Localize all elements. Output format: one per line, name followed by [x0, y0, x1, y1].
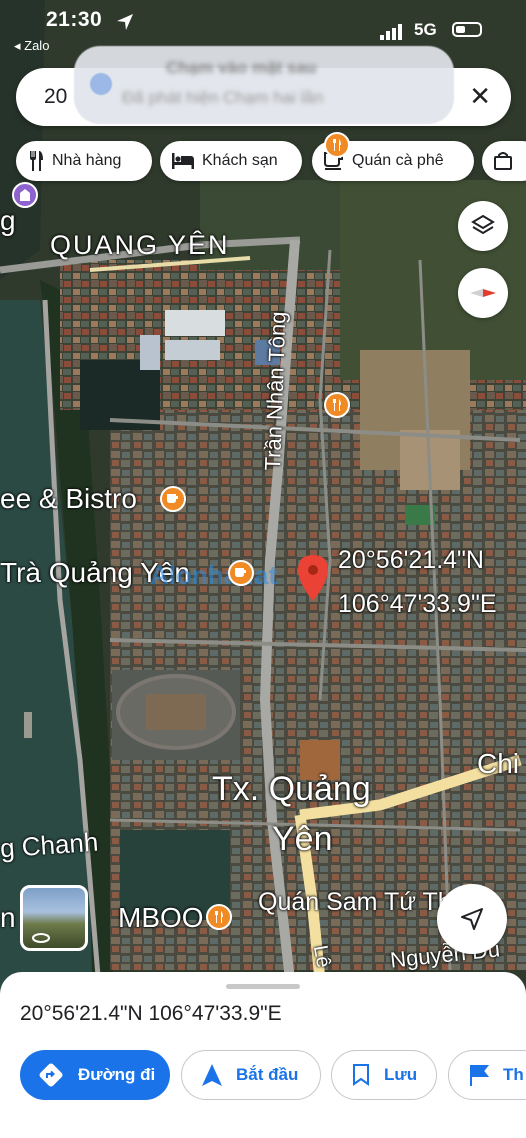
directions-icon — [39, 1063, 63, 1087]
my-location-button[interactable] — [437, 884, 507, 954]
label-button[interactable]: Th — [448, 1050, 526, 1100]
landmark-marker[interactable] — [12, 182, 38, 208]
coffee-icon — [235, 568, 246, 577]
chip-hotels[interactable]: Khách sạn — [160, 141, 302, 181]
street-view-icon — [32, 933, 50, 943]
map-poi-label: MBOO — [118, 902, 204, 933]
notification-title: Chạm vào mặt sau — [166, 58, 317, 77]
restaurant-marker[interactable] — [324, 132, 350, 158]
chip-label: Quán cà phê — [352, 152, 444, 169]
map-poi-label: ee & Bistro — [0, 483, 137, 514]
restaurant-marker[interactable] — [324, 392, 350, 418]
compass-icon — [470, 289, 496, 297]
save-button[interactable]: Lưu — [331, 1050, 437, 1100]
notification-app-icon — [90, 73, 112, 95]
signal-icon — [380, 24, 402, 40]
button-label: Bắt đầu — [236, 1065, 299, 1084]
navigation-icon — [202, 1064, 222, 1086]
chip-shopping[interactable] — [482, 141, 526, 181]
button-label: Đường đi — [78, 1065, 156, 1084]
map-label-fragment: g — [0, 205, 16, 236]
navigation-arrow-icon — [461, 908, 483, 930]
layers-icon — [471, 214, 495, 235]
street-view-thumbnail[interactable] — [20, 885, 88, 951]
flag-icon — [470, 1065, 489, 1086]
directions-button[interactable]: Đường đi — [20, 1050, 170, 1100]
start-button[interactable]: Bắt đầu — [181, 1050, 321, 1100]
close-icon[interactable]: ✕ — [469, 83, 491, 109]
button-label: Lưu — [384, 1065, 418, 1084]
back-to-app-link[interactable]: ◂ Zalo — [14, 38, 49, 54]
button-label: Th — [503, 1065, 524, 1084]
coffee-icon — [167, 494, 178, 503]
restaurant-marker[interactable] — [206, 904, 232, 930]
pin-longitude-label: 106°47'33.9"E — [338, 590, 497, 618]
layers-button[interactable] — [458, 201, 508, 251]
location-arrow-icon — [117, 14, 133, 30]
map-street-label: Chi — [477, 748, 520, 779]
bookmark-icon — [353, 1064, 369, 1086]
network-type: 5G — [414, 20, 437, 39]
restaurant-icon — [333, 139, 341, 151]
chip-label: Khách sạn — [202, 152, 278, 169]
sheet-drag-handle[interactable] — [226, 984, 300, 989]
restaurant-icon — [30, 151, 43, 171]
place-bottom-sheet[interactable]: 20°56'21.4"N 106°47'33.9"E Đường đi Bắt … — [0, 972, 526, 1138]
battery-icon — [452, 22, 482, 37]
map-street-label: Trần Nhân Tông — [260, 311, 291, 471]
map-label-fragment: n — [0, 902, 16, 933]
pin-latitude-label: 20°56'21.4"N — [338, 546, 484, 574]
chip-restaurants[interactable]: Nhà hàng — [16, 141, 152, 181]
compass-button[interactable] — [458, 268, 508, 318]
cafe-marker[interactable] — [228, 560, 254, 586]
notification-body: Đã phát hiện Chạm hai lần — [122, 88, 324, 107]
watermark: Alonhadat — [150, 560, 278, 590]
restaurant-icon — [215, 911, 223, 923]
map-town-label: Tx. Quảng — [212, 770, 371, 808]
notification-banner[interactable]: Chạm vào mặt sau Đã phát hiện Chạm hai l… — [74, 46, 454, 124]
shopping-bag-icon — [494, 152, 512, 170]
search-input[interactable]: 20 — [44, 85, 67, 109]
cafe-marker[interactable] — [160, 486, 186, 512]
landmark-icon — [20, 189, 30, 201]
map-street-label: Lê — [308, 943, 335, 970]
location-pin-icon[interactable] — [298, 555, 328, 601]
status-time: 21:30 — [46, 8, 103, 31]
map-town-label: Yên — [272, 820, 333, 858]
map-area-label: QUANG YÊN — [50, 230, 230, 260]
restaurant-icon — [333, 399, 341, 411]
chip-label: Nhà hàng — [52, 152, 122, 169]
place-coordinates: 20°56'21.4"N 106°47'33.9"E — [20, 1002, 282, 1025]
hotel-icon — [172, 153, 194, 169]
